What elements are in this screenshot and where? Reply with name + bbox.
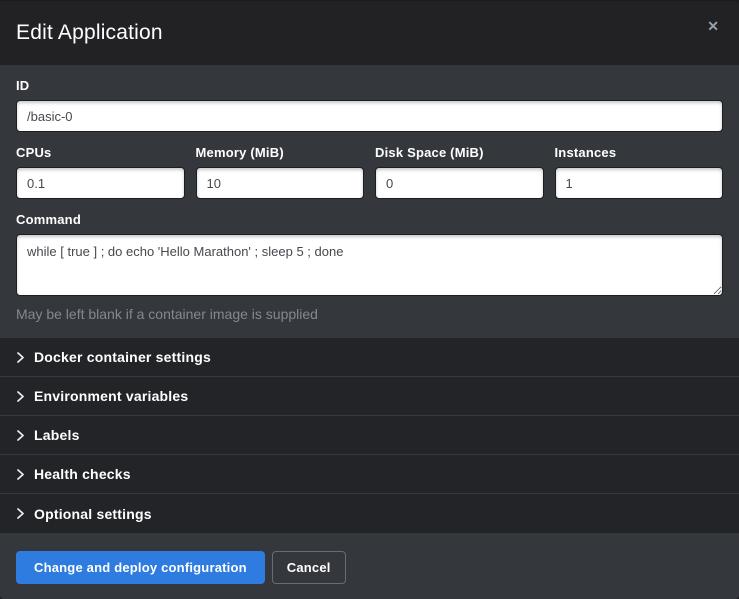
memory-input[interactable] [196, 167, 365, 199]
section-optional-settings[interactable]: Optional settings [0, 494, 739, 533]
section-label: Optional settings [34, 506, 152, 522]
modal-header: Edit Application ✕ [0, 1, 739, 65]
cancel-button[interactable]: Cancel [272, 551, 346, 584]
section-health-checks[interactable]: Health checks [0, 455, 739, 494]
section-label: Labels [34, 427, 80, 443]
chevron-right-icon [16, 352, 25, 363]
command-helper-text: May be left blank if a container image i… [16, 306, 723, 322]
instances-input[interactable] [555, 167, 724, 199]
section-docker-container-settings[interactable]: Docker container settings [0, 338, 739, 377]
chevron-right-icon [16, 469, 25, 480]
command-textarea[interactable]: while [ true ] ; do echo 'Hello Marathon… [16, 234, 723, 296]
memory-label: Memory (MiB) [196, 145, 365, 160]
section-label: Environment variables [34, 388, 188, 404]
section-label: Health checks [34, 466, 131, 482]
command-field-group: Command while [ true ] ; do echo 'Hello … [16, 212, 723, 322]
cpus-label: CPUs [16, 145, 185, 160]
disk-label: Disk Space (MiB) [375, 145, 544, 160]
section-environment-variables[interactable]: Environment variables [0, 377, 739, 416]
section-labels[interactable]: Labels [0, 416, 739, 455]
cpus-field-group: CPUs [16, 145, 185, 199]
disk-field-group: Disk Space (MiB) [375, 145, 544, 199]
change-and-deploy-button[interactable]: Change and deploy configuration [16, 551, 265, 584]
instances-field-group: Instances [555, 145, 724, 199]
id-input[interactable] [16, 100, 723, 132]
chevron-right-icon [16, 430, 25, 441]
instances-label: Instances [555, 145, 724, 160]
accordion: Docker container settings Environment va… [0, 338, 739, 533]
memory-field-group: Memory (MiB) [196, 145, 365, 199]
modal-footer: Change and deploy configuration Cancel [0, 533, 739, 599]
id-field-group: ID [16, 78, 723, 132]
id-label: ID [16, 78, 723, 93]
section-label: Docker container settings [34, 349, 211, 365]
cpus-input[interactable] [16, 167, 185, 199]
chevron-right-icon [16, 508, 25, 519]
page-title: Edit Application [16, 21, 163, 45]
disk-input[interactable] [375, 167, 544, 199]
chevron-right-icon [16, 391, 25, 402]
close-icon[interactable]: ✕ [703, 15, 723, 37]
command-label: Command [16, 212, 723, 227]
resources-row: CPUs Memory (MiB) Disk Space (MiB) Insta… [16, 145, 723, 199]
edit-application-modal: Edit Application ✕ ID CPUs Memory (MiB) … [0, 0, 739, 599]
form-body: ID CPUs Memory (MiB) Disk Space (MiB) In… [0, 65, 739, 338]
